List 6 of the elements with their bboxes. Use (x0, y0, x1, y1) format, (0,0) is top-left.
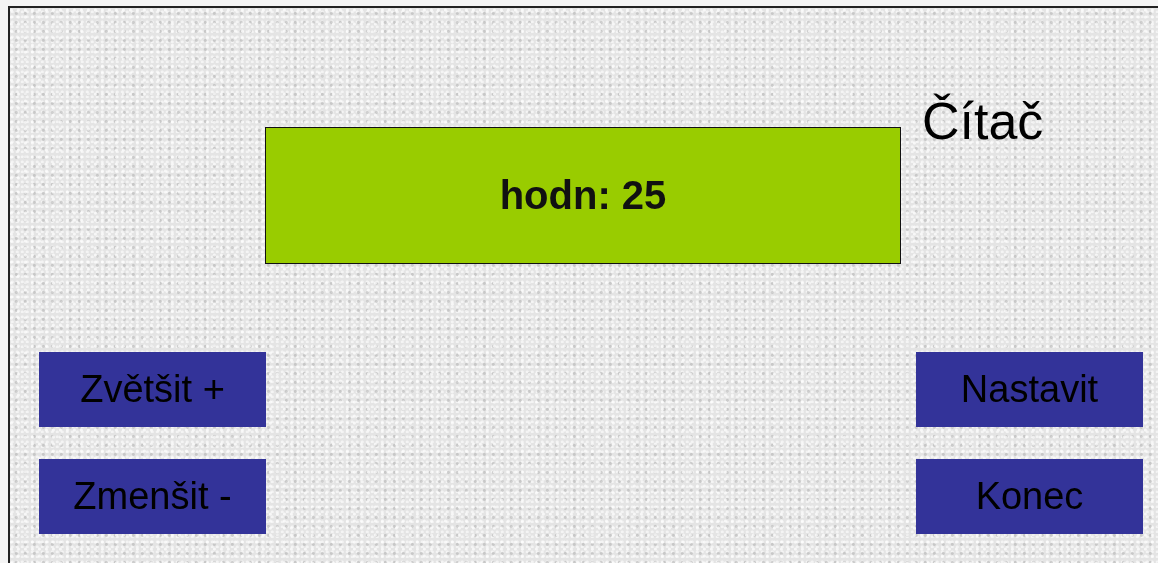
value-display: hodn: 25 (265, 127, 901, 264)
action-button[interactable]: Konec (916, 459, 1143, 534)
counter-button[interactable]: Zvětšit + (39, 352, 266, 427)
action-button[interactable]: Nastavit (916, 352, 1143, 427)
app-title: Čítač (922, 91, 1044, 151)
counter-button[interactable]: Zmenšit - (39, 459, 266, 534)
